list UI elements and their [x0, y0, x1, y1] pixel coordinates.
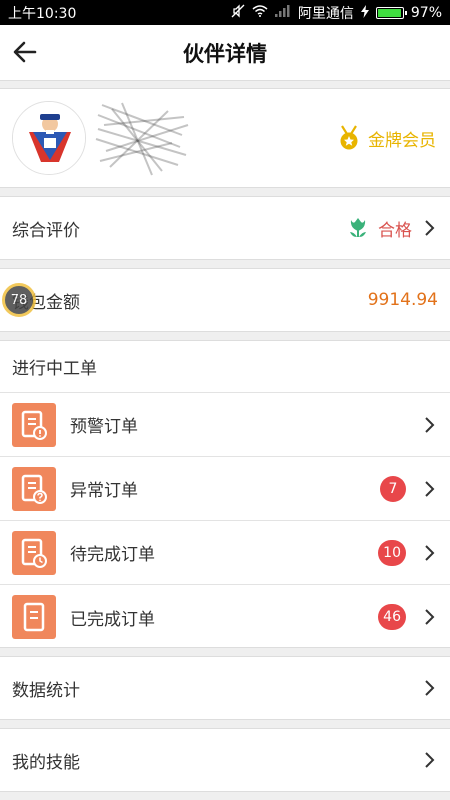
- rating-value: 合格: [378, 220, 412, 241]
- member-level: 金牌会员: [338, 125, 436, 151]
- charging-icon: [360, 4, 369, 21]
- arrow-left-icon: [13, 41, 37, 63]
- member-label: 金牌会员: [368, 130, 436, 151]
- battery-percent: 97%: [410, 4, 442, 21]
- chevron-right-icon: [425, 609, 435, 625]
- stats-row[interactable]: 数据统计: [0, 656, 450, 720]
- carrier-label: 阿里通信: [297, 5, 354, 22]
- order-row-completed[interactable]: 已完成订单 46: [0, 585, 450, 649]
- stats-label: 数据统计: [12, 680, 80, 701]
- wifi-icon: [252, 5, 268, 20]
- wallet-label: 钱包金额: [12, 292, 80, 313]
- chevron-right-icon: [425, 480, 435, 497]
- status-bar: 上午10:30 阿里通信 97%: [0, 0, 450, 25]
- count-badge: 10: [378, 539, 406, 566]
- warning-order-icon: [12, 402, 56, 447]
- skills-content: 我的技能: [0, 729, 450, 791]
- order-row-pending[interactable]: 待完成订单 10: [0, 521, 450, 585]
- profile-card: 金牌会员: [0, 88, 450, 188]
- status-right: 阿里通信 97%: [231, 3, 442, 23]
- chevron-right-icon: [425, 544, 435, 561]
- count-badge: 7: [380, 475, 406, 502]
- rating-label: 综合评价: [12, 220, 80, 241]
- wallet-content: 钱包金额 9914.94: [0, 269, 450, 331]
- gold-medal-icon: [340, 125, 358, 150]
- battery-fill: [377, 8, 402, 17]
- wallet-row[interactable]: 钱包金额 9914.94 78: [0, 268, 450, 332]
- order-label: 待完成订单: [70, 545, 155, 565]
- rating-content: 综合评价 合格: [0, 197, 450, 259]
- order-row-exception[interactable]: 异常订单 7: [0, 457, 450, 521]
- avatar[interactable]: [12, 101, 86, 175]
- orders-section: 进行中工单 预警订单 异常订单 7 待完成订单 10 已完成订单 46: [0, 340, 450, 648]
- mute-icon: [231, 4, 245, 21]
- order-label: 已完成订单: [70, 609, 155, 630]
- chevron-right-icon: [425, 680, 435, 696]
- avatar-image: [13, 102, 85, 174]
- exception-order-icon: [12, 466, 56, 511]
- pending-order-icon: [12, 530, 56, 575]
- count-badge: 46: [378, 604, 406, 630]
- status-time: 上午10:30: [8, 5, 77, 22]
- skills-label: 我的技能: [12, 752, 80, 773]
- completed-order-icon: [12, 595, 56, 639]
- chevron-right-icon: [425, 752, 435, 768]
- floating-badge[interactable]: 78: [2, 283, 36, 317]
- signal-icon: [274, 5, 291, 20]
- order-row-warning[interactable]: 预警订单: [0, 393, 450, 457]
- order-label: 预警订单: [70, 417, 138, 437]
- chevron-right-icon: [425, 220, 435, 236]
- orders-header: 进行中工单: [0, 341, 450, 393]
- tulip-icon: [350, 218, 366, 237]
- wallet-amount: 9914.94: [367, 290, 438, 310]
- chevron-right-icon: [425, 416, 435, 433]
- back-button[interactable]: [10, 37, 40, 67]
- order-label: 异常订单: [70, 481, 138, 501]
- blurred-name: [92, 95, 192, 181]
- battery-icon: [375, 6, 407, 19]
- skills-row[interactable]: 我的技能: [0, 728, 450, 792]
- page-title: 伙伴详情: [183, 41, 267, 66]
- nav-bar: 伙伴详情: [0, 25, 450, 81]
- rating-row[interactable]: 综合评价 合格: [0, 196, 450, 260]
- floating-badge-text: 78: [10, 292, 28, 308]
- stats-content: 数据统计: [0, 657, 450, 719]
